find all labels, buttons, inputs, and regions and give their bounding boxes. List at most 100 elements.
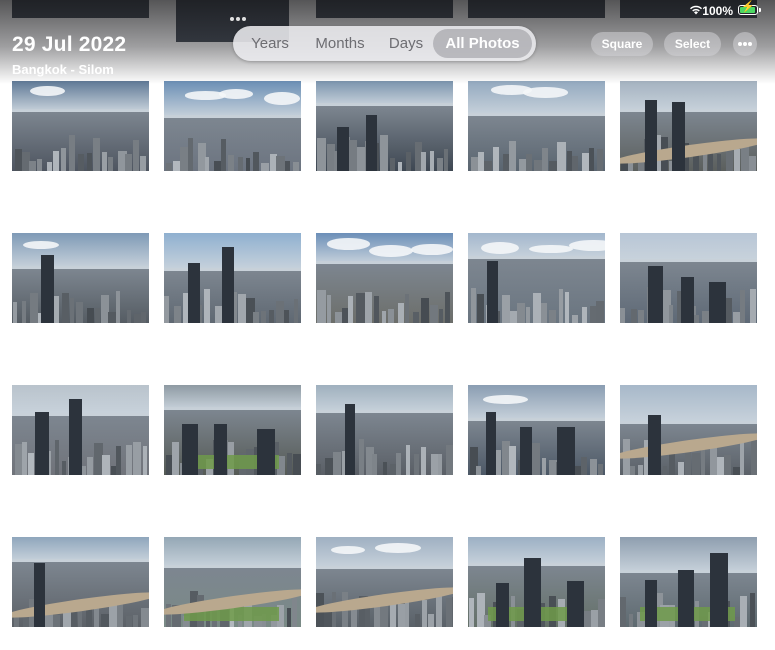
photo-thumbnail[interactable]: [620, 81, 757, 171]
photo-building: [126, 445, 132, 475]
photo-tower: [256, 429, 275, 475]
photo-tower: [677, 570, 695, 627]
photo-building: [428, 613, 435, 627]
photo-sky: [12, 233, 149, 269]
photo-thumbnail[interactable]: [164, 233, 301, 323]
photo-sky: [468, 81, 605, 116]
photo-tower: [34, 563, 46, 627]
photo-building: [116, 445, 121, 475]
photo-thumbnail[interactable]: [12, 81, 149, 171]
photo-thumbnail[interactable]: [164, 537, 301, 627]
photo-thumbnail[interactable]: [12, 233, 149, 323]
tab-all-photos[interactable]: All Photos: [433, 29, 532, 58]
photo-cloud: [218, 88, 254, 99]
photo-building: [549, 310, 556, 323]
photo-tower: [648, 414, 661, 475]
photo-sky: [12, 81, 149, 112]
photo-building: [372, 453, 377, 475]
photo-tower: [557, 427, 575, 475]
photo-building: [317, 289, 326, 323]
photo-thumbnail[interactable]: [620, 233, 757, 323]
photo-building: [253, 151, 260, 171]
photo-building: [116, 290, 121, 323]
square-button[interactable]: Square: [591, 32, 653, 56]
photo-sky: [164, 537, 301, 568]
photo-cloud: [411, 243, 453, 256]
photo-tower: [221, 246, 234, 323]
photo-building: [429, 151, 435, 171]
photo-building: [389, 158, 396, 171]
photo-building: [446, 445, 453, 475]
photo-thumbnail[interactable]: [12, 385, 149, 475]
select-button[interactable]: Select: [664, 32, 721, 56]
photo-building: [332, 452, 342, 475]
photo-thumbnail[interactable]: [468, 537, 605, 627]
photo-building: [276, 155, 285, 171]
photo-building: [78, 153, 85, 171]
photo-thumbnail[interactable]: [12, 0, 149, 18]
photo-thumbnail[interactable]: [468, 81, 605, 171]
photo-building: [740, 290, 745, 323]
photo-building: [597, 598, 605, 627]
photo-building: [572, 156, 578, 171]
photo-building: [662, 466, 667, 475]
photo-building: [637, 464, 643, 475]
tab-years[interactable]: Years: [243, 26, 297, 61]
photo-tower: [337, 126, 349, 171]
photo-building: [404, 293, 410, 323]
photo-building: [357, 147, 365, 171]
photo-thumbnail[interactable]: [620, 385, 757, 475]
photo-building: [740, 442, 745, 475]
tab-months[interactable]: Months: [305, 26, 375, 61]
photo-building: [397, 162, 402, 171]
photo-building: [750, 439, 757, 475]
photo-building: [516, 303, 525, 323]
tab-days[interactable]: Days: [381, 26, 431, 61]
photo-building: [438, 453, 443, 475]
photo-thumbnail[interactable]: [468, 385, 605, 475]
photo-building: [52, 150, 59, 171]
photo-thumbnail[interactable]: [468, 0, 605, 18]
photo-thumbnail[interactable]: [164, 81, 301, 171]
photo-building: [380, 135, 388, 171]
photo-building: [414, 614, 421, 627]
photo-building: [638, 310, 644, 323]
photo-building: [284, 160, 291, 171]
photo-building: [436, 158, 443, 171]
photo-building: [68, 135, 76, 171]
photo-building: [142, 446, 148, 475]
photo-thumbnail[interactable]: [316, 537, 453, 627]
photo-building: [125, 153, 132, 171]
photo-building: [445, 291, 450, 323]
photo-building: [564, 291, 570, 323]
photo-tower: [181, 424, 199, 475]
photo-building: [420, 151, 427, 171]
photo-cloud: [523, 87, 568, 98]
photo-tower: [681, 277, 695, 323]
photo-building: [405, 152, 412, 171]
photo-building: [724, 455, 731, 475]
photo-building: [108, 156, 113, 171]
photo-tower: [644, 579, 657, 627]
photo-building: [53, 615, 60, 627]
photo-building: [429, 305, 439, 323]
photo-building: [276, 301, 284, 323]
photo-thumbnail[interactable]: [164, 385, 301, 475]
photo-building: [348, 139, 358, 171]
photo-building: [525, 306, 531, 323]
photo-thumbnail[interactable]: [316, 81, 453, 171]
photo-thumbnail[interactable]: [468, 233, 605, 323]
photo-tower: [671, 101, 686, 171]
date-title: 29 Jul 2022: [12, 33, 127, 56]
photo-thumbnail[interactable]: [620, 537, 757, 627]
photo-building: [356, 292, 365, 323]
photo-thumbnail[interactable]: [316, 385, 453, 475]
location-label: Bangkok - Silom: [12, 62, 114, 77]
photo-thumbnail[interactable]: [316, 233, 453, 323]
photo-sky: [316, 385, 453, 413]
photo-building: [413, 311, 419, 323]
ellipsis-icon[interactable]: [733, 32, 757, 56]
photo-building: [582, 306, 587, 323]
photo-thumbnail[interactable]: [316, 0, 453, 18]
photo-thumbnail[interactable]: [12, 537, 149, 627]
